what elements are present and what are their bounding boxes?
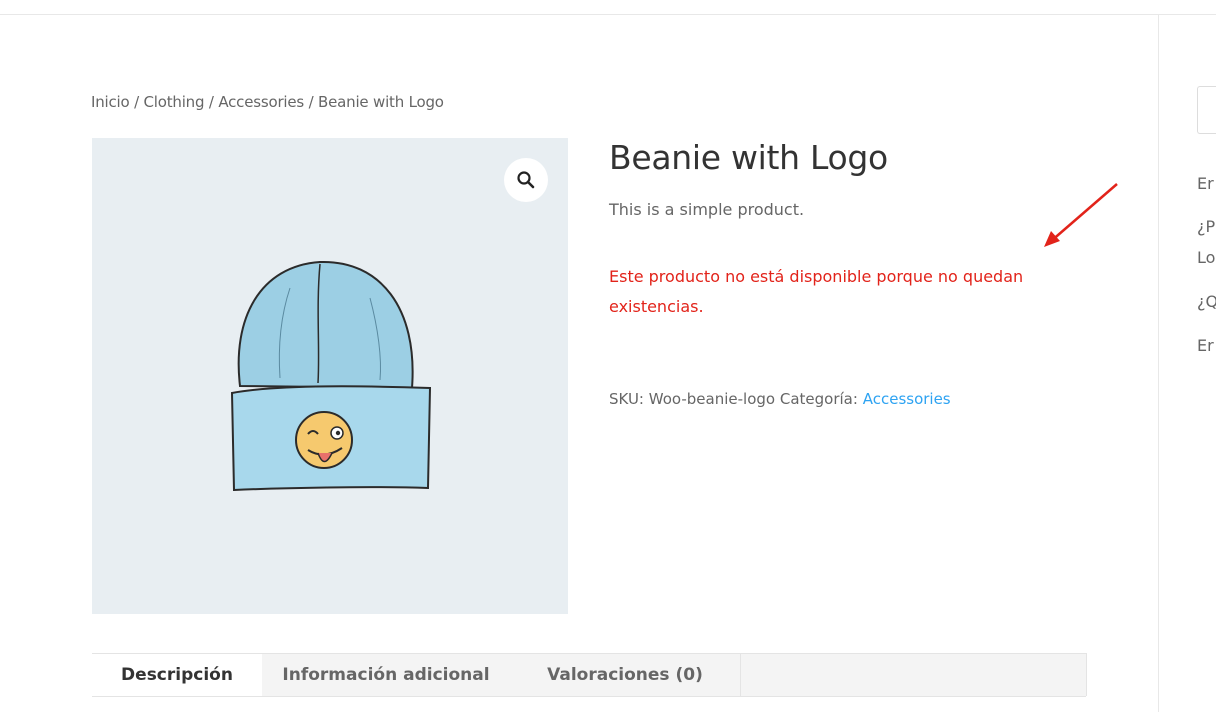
breadcrumb: Inicio / Clothing / Accessories / Beanie… bbox=[91, 93, 444, 111]
product-tabs: Descripción Información adicional Valora… bbox=[92, 653, 1087, 696]
breadcrumb-clothing-link[interactable]: Clothing bbox=[144, 93, 205, 111]
tab-description[interactable]: Descripción bbox=[92, 654, 262, 696]
product-meta: SKU: Woo-beanie-logo Categoría: Accessor… bbox=[609, 390, 951, 408]
out-of-stock-message: Este producto no está disponible porque … bbox=[609, 267, 1024, 316]
sidebar-divider bbox=[1158, 14, 1159, 712]
tab-divider bbox=[740, 654, 741, 696]
top-header-bar bbox=[0, 0, 1216, 15]
sku-label: SKU: bbox=[609, 390, 644, 408]
magnifier-icon bbox=[517, 171, 535, 189]
breadcrumb-home-link[interactable]: Inicio bbox=[91, 93, 130, 111]
category-label: Categoría: bbox=[779, 390, 858, 408]
breadcrumb-separator: / bbox=[204, 93, 219, 111]
sku-value: Woo-beanie-logo bbox=[648, 390, 776, 408]
sidebar-text: Lo bbox=[1197, 248, 1216, 267]
breadcrumb-separator: / bbox=[304, 93, 319, 111]
breadcrumb-separator: / bbox=[129, 93, 144, 111]
red-arrow-annotation-icon bbox=[1044, 183, 1118, 247]
product-short-description: This is a simple product. bbox=[609, 200, 805, 219]
tabs-bottom-border bbox=[92, 696, 1086, 697]
sidebar-link[interactable]: ¿P bbox=[1197, 217, 1215, 236]
sidebar-search-input[interactable] bbox=[1197, 86, 1216, 134]
beanie-with-winking-emoji-icon bbox=[230, 260, 432, 492]
tab-reviews[interactable]: Valoraciones (0) bbox=[530, 654, 720, 696]
sidebar-text: Er bbox=[1197, 336, 1214, 355]
category-link[interactable]: Accessories bbox=[863, 390, 951, 408]
product-title: Beanie with Logo bbox=[609, 138, 888, 177]
sidebar-link[interactable]: ¿Q bbox=[1197, 292, 1216, 311]
breadcrumb-accessories-link[interactable]: Accessories bbox=[218, 93, 304, 111]
zoom-button[interactable] bbox=[504, 158, 548, 202]
tab-additional-information[interactable]: Información adicional bbox=[262, 654, 510, 696]
sidebar-text: Er bbox=[1197, 174, 1214, 193]
product-image[interactable] bbox=[92, 138, 568, 614]
breadcrumb-current: Beanie with Logo bbox=[318, 93, 444, 111]
